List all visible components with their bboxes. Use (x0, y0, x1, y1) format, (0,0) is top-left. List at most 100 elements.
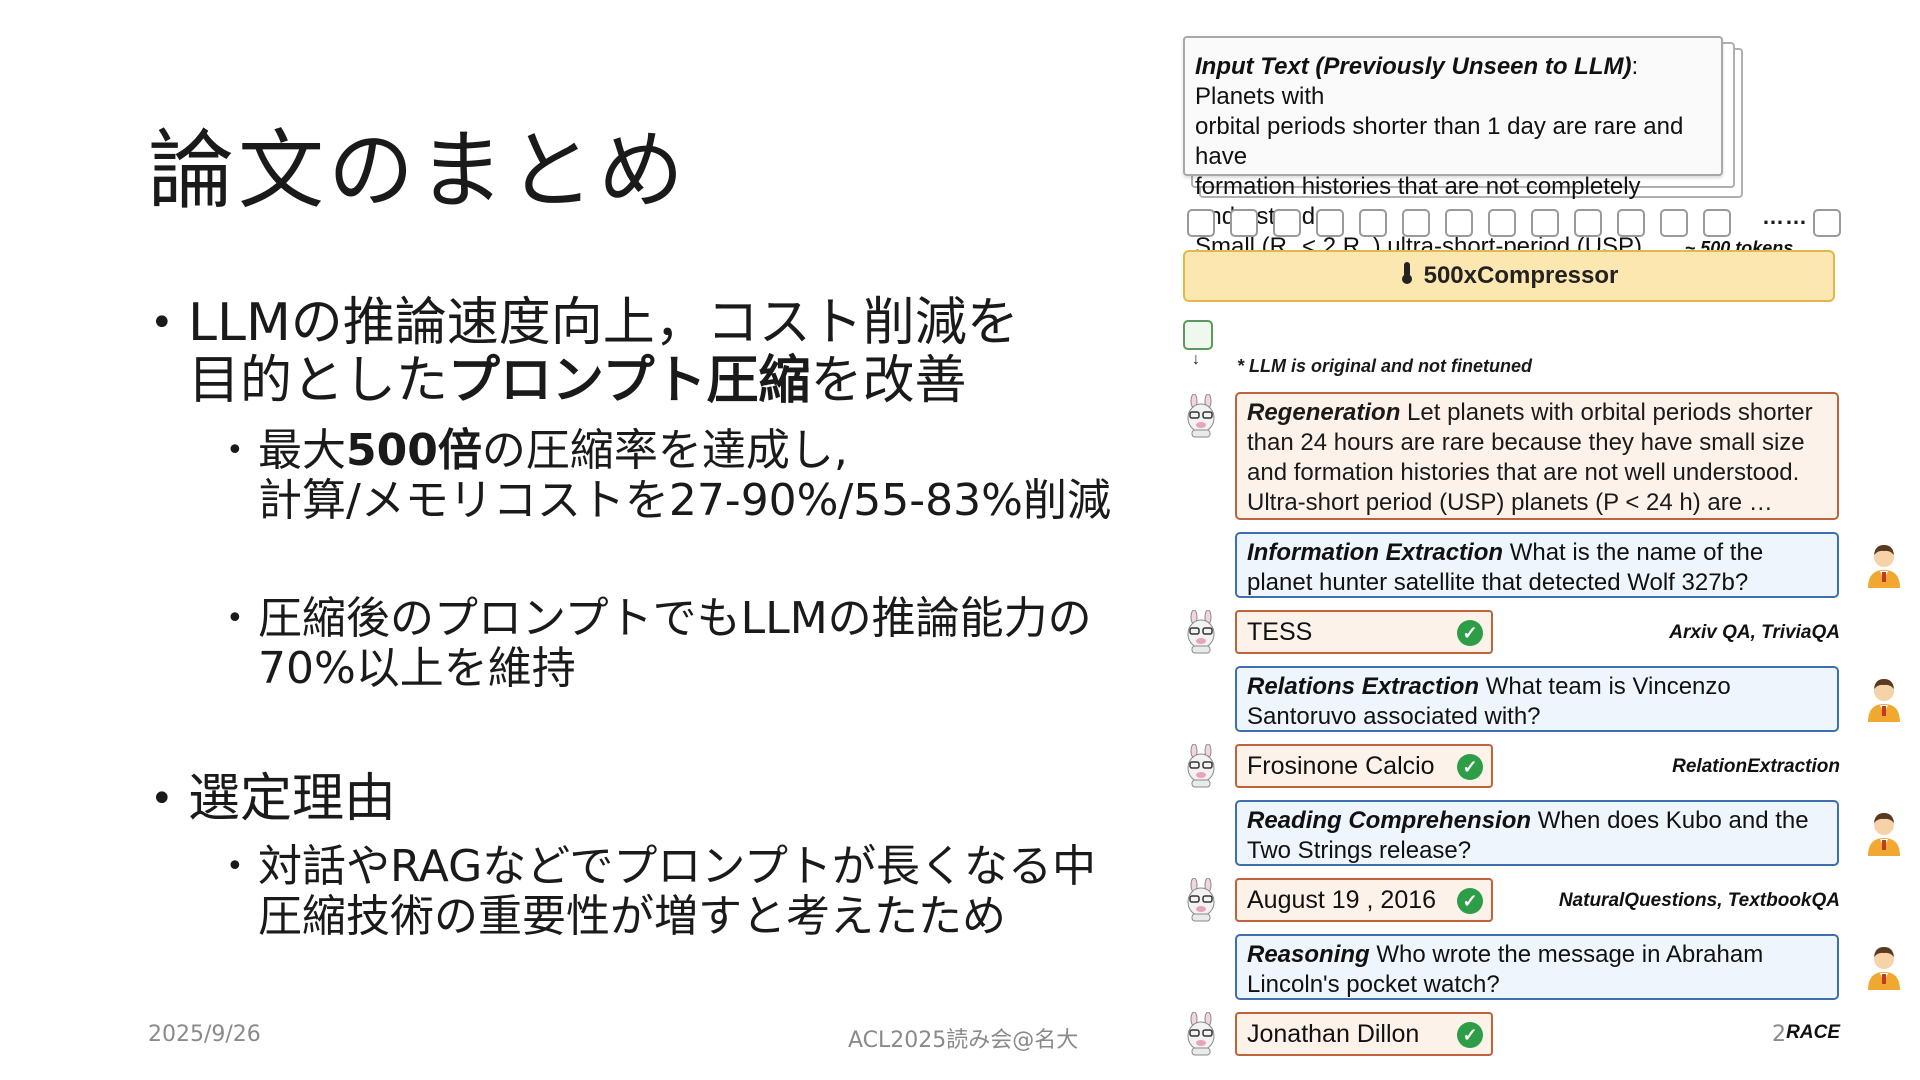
token-ellipsis: …… (1762, 204, 1808, 229)
llama-icon (1183, 393, 1219, 438)
regeneration-text-2: than 24 hours are rare because they have… (1247, 429, 1805, 456)
qa-question-2: Reading Comprehension When does Kubo and… (1235, 800, 1839, 866)
compressor-label: 500xCompressor (1423, 262, 1619, 289)
person-icon (1866, 540, 1902, 588)
qa-q2-3: Lincoln's pocket watch? (1247, 971, 1500, 998)
qa-q1-3: Who wrote the message in Abraham (1369, 941, 1764, 968)
bullet-main-2: • 選定理由 (150, 769, 397, 829)
qa-answer-0: TESS ✓ (1235, 610, 1493, 654)
qa-dataset-3: RACE (1786, 1022, 1840, 1043)
footer-page-number: 2 (1772, 1022, 1786, 1047)
footer-date: 2025/9/26 (148, 1022, 261, 1047)
sub-bullet-3: • 対話やRAGなどでプロンプトが長くなる中 圧縮技術の重要性が増すと考えたため (226, 841, 1097, 942)
qa-question-1: Relations Extraction What team is Vincen… (1235, 666, 1839, 732)
check-icon: ✓ (1457, 888, 1483, 914)
person-icon (1866, 674, 1902, 722)
token-box (1574, 209, 1602, 237)
qa-q1-1: What team is Vincenzo (1479, 673, 1731, 700)
bullet-2-label: 選定理由 (188, 769, 397, 829)
qa-answer-text-0: TESS (1247, 618, 1313, 646)
input-text-2: orbital periods shorter than 1 day are r… (1195, 113, 1684, 170)
sub-1-line-2: 計算/メモリコストを27-90%/55-83%削減 (258, 475, 1111, 526)
token-box (1273, 209, 1301, 237)
qa-answer-1: Frosinone Calcio ✓ (1235, 744, 1493, 788)
compressed-output-token (1183, 320, 1213, 350)
input-label: Input Text (Previously Unseen to LLM) (1195, 53, 1632, 80)
llama-icon (1183, 877, 1219, 922)
qa-dataset-0: Arxiv QA, TriviaQA (1669, 622, 1840, 643)
regeneration-text-3: and formation histories that are not wel… (1247, 459, 1800, 486)
check-icon: ✓ (1457, 1022, 1483, 1048)
compressor-block: 500xCompressor (1183, 250, 1835, 302)
sub-2-line-1: 圧縮後のプロンプトでもLLMの推論能力の (258, 593, 1092, 644)
llama-icon (1183, 609, 1219, 654)
sub-bullet-1: • 最大500倍の圧縮率を達成し, 計算/メモリコストを27-90%/55-83… (226, 426, 1111, 526)
token-box (1531, 209, 1559, 237)
sub-1-line-1: 最大500倍の圧縮率を達成し, (258, 426, 1111, 476)
regeneration-text-4: Ultra-short period (USP) planets (P < 24… (1247, 489, 1773, 516)
bullet-dot: • (150, 776, 174, 822)
thermometer-icon (1400, 261, 1414, 292)
person-icon (1866, 942, 1902, 990)
sub-1-bold: 500倍 (346, 425, 482, 476)
bullet-1-line-2: 目的としたプロンプト圧縮を改善 (188, 352, 1019, 410)
token-box (1703, 209, 1731, 237)
down-arrow-icon: ↓ (1192, 351, 1200, 368)
token-box (1488, 209, 1516, 237)
bullet-1-bold: プロンプト圧縮 (448, 351, 811, 411)
sub-bullet-2: • 圧縮後のプロンプトでもLLMの推論能力の 70%以上を維持 (226, 593, 1092, 694)
sub-1-text-post: の圧縮率を達成し, (481, 425, 848, 476)
check-icon: ✓ (1457, 620, 1483, 646)
qa-dataset-1: RelationExtraction (1672, 756, 1840, 777)
footer-event: ACL2025読み会@名大 (848, 1028, 1079, 1053)
qa-question-0: Information Extraction What is the name … (1235, 532, 1839, 598)
qa-answer-text-2: August 19 , 2016 (1247, 886, 1437, 914)
sub-3-line-2: 圧縮技術の重要性が増すと考えたため (258, 891, 1006, 942)
qa-label-0: Information Extraction (1247, 539, 1504, 566)
regeneration-text-1: Let planets with orbital periods shorter (1400, 399, 1813, 426)
qa-q2-1: Santoruvo associated with? (1247, 703, 1541, 730)
bullet-dot: • (226, 601, 244, 636)
regeneration-box: Regeneration Let planets with orbital pe… (1235, 392, 1839, 520)
token-box (1617, 209, 1645, 237)
person-icon (1866, 808, 1902, 856)
bullet-1-line-1: LLMの推論速度向上，コスト削減を (188, 293, 1019, 353)
qa-q1-2: When does Kubo and the (1531, 807, 1809, 834)
regeneration-label: Regeneration (1247, 399, 1401, 426)
token-box (1316, 209, 1344, 237)
token-box (1445, 209, 1473, 237)
qa-answer-2: August 19 , 2016 ✓ (1235, 878, 1493, 922)
qa-label-1: Relations Extraction (1247, 673, 1480, 700)
token-box-last (1813, 209, 1841, 237)
llama-icon (1183, 743, 1219, 788)
sub-1-text-pre: 最大 (258, 425, 346, 476)
token-box (1230, 209, 1258, 237)
token-box (1187, 209, 1215, 237)
llm-note: * LLM is original and not finetuned (1237, 356, 1532, 376)
qa-dataset-2: NaturalQuestions, TextbookQA (1558, 890, 1840, 911)
qa-q1-0: What is the name of the (1503, 539, 1764, 566)
qa-q2-2: Two Strings release? (1247, 837, 1472, 864)
sub-3-line-1: 対話やRAGなどでプロンプトが長くなる中 (258, 841, 1097, 892)
bullet-main-1: • LLMの推論速度向上，コスト削減を 目的としたプロンプト圧縮を改善 (150, 293, 1019, 410)
llama-icon (1183, 1011, 1219, 1056)
token-box (1660, 209, 1688, 237)
qa-q2-0: planet hunter satellite that detected Wo… (1247, 569, 1749, 596)
check-icon: ✓ (1457, 754, 1483, 780)
token-box (1359, 209, 1387, 237)
qa-answer-text-3: Jonathan Dillon (1247, 1020, 1420, 1048)
slide-title: 論文のまとめ (148, 121, 688, 221)
bullet-dot: • (226, 433, 244, 468)
qa-label-3: Reasoning (1247, 941, 1370, 968)
qa-answer-text-1: Frosinone Calcio (1247, 752, 1435, 780)
token-box (1402, 209, 1430, 237)
qa-question-3: Reasoning Who wrote the message in Abrah… (1235, 934, 1839, 1000)
bullet-1-text-post: を改善 (810, 351, 967, 411)
sub-2-line-2: 70%以上を維持 (258, 643, 576, 694)
qa-answer-3: Jonathan Dillon ✓ (1235, 1012, 1493, 1056)
bullet-1-text: 目的とした (188, 351, 449, 411)
bullet-dot: • (150, 300, 174, 346)
qa-label-2: Reading Comprehension (1247, 807, 1532, 834)
bullet-dot: • (226, 849, 244, 884)
input-text-card: Input Text (Previously Unseen to LLM): P… (1183, 36, 1793, 264)
